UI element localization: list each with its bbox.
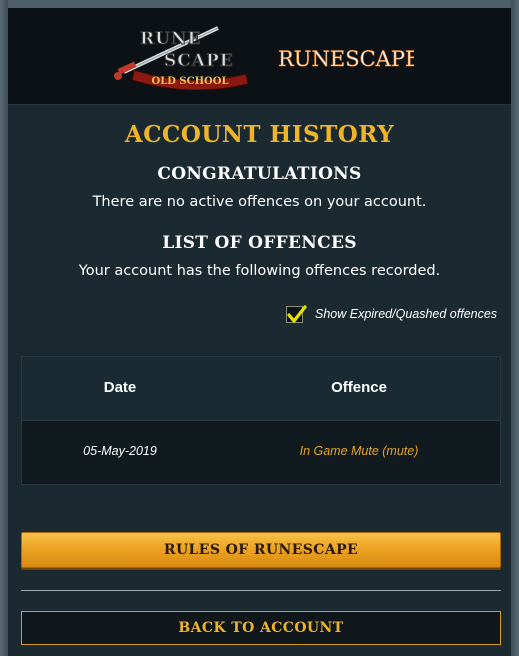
- offence-type: In Game Mute (mute): [299, 444, 419, 458]
- offences-recorded-text: Your account has the following offences …: [78, 263, 441, 279]
- show-expired-filter[interactable]: Show Expired/Quashed offences: [286, 304, 497, 324]
- column-header-date: Date: [103, 379, 137, 396]
- runescape-logo-text: RUNESCAPE: [278, 47, 414, 71]
- logo-header: OLD SCHOOL RUNE SCAPE RUNESCAPE: [8, 8, 511, 105]
- frame-right-edge: [511, 0, 519, 656]
- column-header-offence: Offence: [331, 379, 387, 396]
- table-row: 05-May-2019 In Game Mute (mute): [22, 421, 500, 484]
- rules-of-runescape-button[interactable]: RULES OF RUNESCAPE: [21, 532, 501, 568]
- osrs-logo-rune: RUNE: [140, 29, 201, 49]
- table-header: Date Offence: [22, 357, 500, 421]
- frame-top-edge: [0, 0, 519, 8]
- account-history-panel: OLD SCHOOL RUNE SCAPE RUNESCAPE ACCOUNT …: [8, 8, 511, 656]
- frame-left-edge: [0, 0, 8, 656]
- osrs-banner-text: OLD SCHOOL: [152, 76, 229, 87]
- osrs-logo[interactable]: OLD SCHOOL RUNE SCAPE: [106, 20, 256, 90]
- checkmark-icon: [287, 304, 307, 323]
- divider: [21, 590, 501, 591]
- offences-table: Date Offence 05-May-2019 In Game Mute (m…: [21, 356, 501, 485]
- list-of-offences-heading: LIST OF OFFENCES: [162, 233, 357, 253]
- no-active-offences-text: There are no active offences on your acc…: [92, 194, 427, 210]
- page-title: ACCOUNT HISTORY: [124, 121, 395, 148]
- back-to-account-button[interactable]: BACK TO ACCOUNT: [21, 611, 501, 645]
- congratulations-heading: CONGRATULATIONS: [157, 164, 362, 184]
- show-expired-checkbox[interactable]: [286, 304, 307, 323]
- osrs-logo-scape: SCAPE: [164, 51, 234, 71]
- runescape-logo[interactable]: RUNESCAPE: [274, 38, 414, 78]
- show-expired-label: Show Expired/Quashed offences: [315, 307, 498, 321]
- window-frame: OLD SCHOOL RUNE SCAPE RUNESCAPE ACCOUNT …: [0, 0, 519, 656]
- offence-date: 05-May-2019: [83, 444, 157, 458]
